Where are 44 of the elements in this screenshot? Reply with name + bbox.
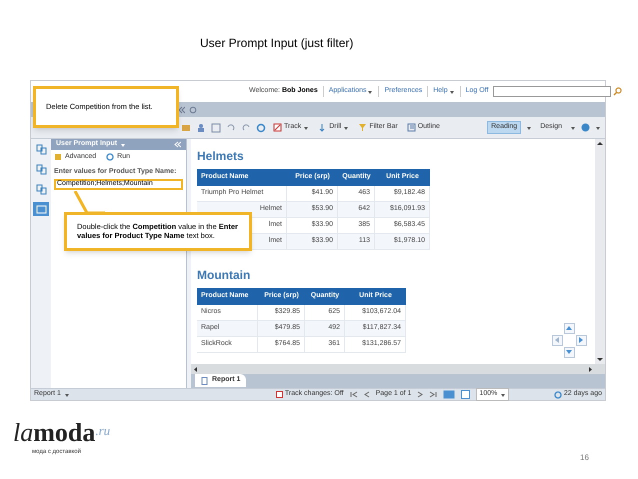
page-number: 16	[580, 452, 589, 464]
caret-icon[interactable]	[595, 124, 601, 130]
nav-up-button[interactable]	[564, 323, 575, 334]
side-panel-button[interactable]	[33, 202, 49, 216]
next-page-icon[interactable]	[417, 391, 424, 398]
nav-down-button[interactable]	[564, 347, 575, 358]
caret-icon[interactable]	[303, 124, 310, 130]
vertical-scrollbar[interactable]	[595, 139, 605, 364]
search-icon[interactable]	[613, 87, 622, 96]
search-field[interactable]	[493, 86, 612, 97]
horizontal-scrollbar[interactable]	[191, 364, 605, 374]
nav-left-button[interactable]	[552, 335, 563, 346]
toolbar-icon[interactable]	[273, 123, 282, 132]
window-icon[interactable]	[211, 122, 221, 132]
section-heading: Helmets	[197, 148, 245, 165]
panel-icon	[36, 144, 46, 154]
redo-icon[interactable]	[241, 122, 251, 132]
collapse-icon[interactable]	[174, 141, 181, 148]
person-icon[interactable]	[196, 122, 206, 132]
nav-right-button[interactable]	[576, 335, 587, 346]
double-arrow-icon[interactable]	[177, 106, 185, 114]
fit-view-icon[interactable]	[461, 390, 470, 399]
caret-icon[interactable]	[64, 392, 70, 398]
caret-icon[interactable]	[343, 124, 350, 130]
previous-page-icon[interactable]	[364, 391, 370, 398]
undo-icon[interactable]	[226, 122, 236, 132]
caret-icon[interactable]	[570, 124, 576, 130]
document-icon	[201, 376, 208, 384]
caret-icon[interactable]	[526, 124, 532, 130]
toolbar-icon[interactable]	[406, 123, 416, 132]
page-view-icon[interactable]	[443, 390, 456, 399]
panel-icon	[36, 184, 46, 194]
caret-icon[interactable]	[500, 392, 506, 398]
caret-icon[interactable]	[448, 88, 455, 94]
last-page-icon[interactable]	[429, 391, 438, 398]
caret-icon[interactable]	[367, 88, 374, 94]
panel-icon	[36, 204, 46, 214]
panel-icon	[36, 164, 46, 174]
first-page-icon[interactable]	[350, 391, 358, 398]
section-heading: Mountain	[197, 267, 252, 284]
logo: lamoda$^{.ru}$	[13, 420, 110, 446]
toolbar-icon[interactable]	[318, 123, 328, 132]
track-icon	[276, 391, 283, 398]
slide-title: User Prompt Input (just filter)	[200, 35, 354, 52]
